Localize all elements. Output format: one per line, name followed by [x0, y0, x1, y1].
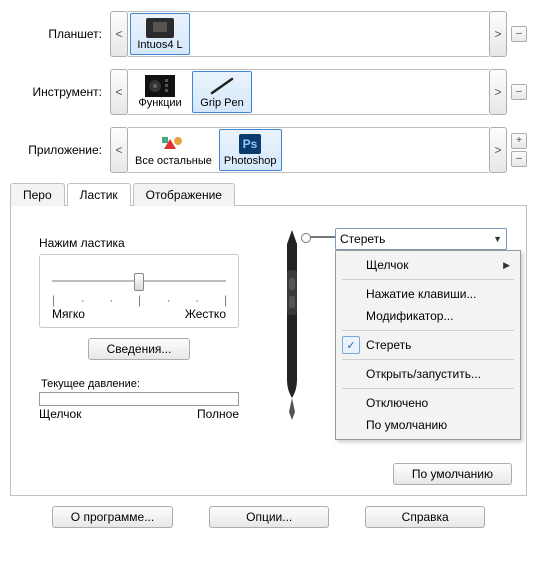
tool-remove-button[interactable]: –: [511, 84, 527, 100]
app-item-photoshop[interactable]: Ps Photoshop: [219, 129, 282, 171]
tablet-row: Планшет: < Intuos4 L > –: [10, 8, 527, 60]
combo-value: Стереть: [340, 232, 385, 246]
apps-icon: [158, 133, 188, 155]
submenu-arrow-icon: ▶: [503, 260, 510, 271]
soft-label: Мягко: [52, 307, 85, 321]
tablet-remove-button[interactable]: –: [511, 26, 527, 42]
default-button[interactable]: По умолчанию: [393, 463, 512, 485]
current-pressure-label: Текущее давление:: [41, 378, 239, 390]
menu-item-disabled[interactable]: Отключено: [336, 392, 520, 414]
app-label: Приложение:: [10, 143, 110, 157]
tool-strip: Функции Grip Pen: [128, 69, 489, 115]
app-item-label: Photoshop: [224, 156, 277, 167]
tool-item-grippen[interactable]: Grip Pen: [192, 71, 252, 113]
full-label: Полное: [197, 407, 239, 421]
menu-separator: [342, 279, 514, 280]
tablet-icon: [145, 17, 175, 39]
tool-item-label: Grip Pen: [200, 98, 243, 109]
check-icon: ✓: [342, 336, 360, 354]
photoshop-icon: Ps: [235, 133, 265, 155]
tab-pen[interactable]: Перо: [10, 183, 65, 206]
menu-item-click[interactable]: Щелчок ▶: [336, 254, 520, 276]
tool-item-label: Функции: [138, 98, 181, 109]
functions-icon: [145, 75, 175, 97]
tablet-scroll-left[interactable]: <: [110, 11, 128, 57]
app-row: Приложение: < Все остальные Ps Photoshop…: [10, 124, 527, 176]
app-item-label: Все остальные: [135, 156, 212, 167]
details-button[interactable]: Сведения...: [88, 338, 191, 360]
tool-item-functions[interactable]: Функции: [130, 71, 190, 113]
svg-text:Ps: Ps: [243, 137, 258, 151]
tablet-strip: Intuos4 L: [128, 11, 489, 57]
menu-label: Стереть: [366, 338, 411, 352]
menu-item-default[interactable]: По умолчанию: [336, 414, 520, 436]
tool-label: Инструмент:: [10, 85, 110, 99]
menu-item-erase[interactable]: ✓ Стереть: [336, 334, 520, 356]
app-scroll-right[interactable]: >: [489, 127, 507, 173]
help-button[interactable]: Справка: [365, 506, 485, 528]
slider-ticks: |··|··|: [52, 293, 226, 307]
pressure-title: Нажим ластика: [39, 236, 239, 250]
menu-item-keypress[interactable]: Нажатие клавиши...: [336, 283, 520, 305]
pen-graphic: [279, 230, 305, 420]
menu-label: Отключено: [366, 396, 428, 410]
menu-separator: [342, 359, 514, 360]
tool-scroll-left[interactable]: <: [110, 69, 128, 115]
pressure-slider[interactable]: [52, 271, 226, 291]
menu-label: Открыть/запустить...: [366, 367, 481, 381]
menu-separator: [342, 330, 514, 331]
pressure-bar: [39, 392, 239, 406]
pressure-fieldset: |··|··| Мягко Жестко: [39, 254, 239, 328]
tablet-scroll-right[interactable]: >: [489, 11, 507, 57]
app-remove-button[interactable]: –: [511, 151, 527, 167]
tab-display[interactable]: Отображение: [133, 183, 235, 206]
tab-eraser[interactable]: Ластик: [67, 183, 131, 206]
tool-scroll-right[interactable]: >: [489, 69, 507, 115]
menu-item-modifier[interactable]: Модификатор...: [336, 305, 520, 327]
tablet-label: Планшет:: [10, 27, 110, 41]
click-label: Щелчок: [39, 407, 81, 421]
pen-icon: [207, 75, 237, 97]
tablet-item-label: Intuos4 L: [137, 40, 182, 51]
action-menu: Щелчок ▶ Нажатие клавиши... Модификатор.…: [335, 250, 521, 440]
menu-label: Модификатор...: [366, 309, 453, 323]
options-button[interactable]: Опции...: [209, 506, 329, 528]
about-button[interactable]: О программе...: [52, 506, 173, 528]
tool-row: Инструмент: < Функции Grip Pen > –: [10, 66, 527, 118]
menu-label: Щелчок: [366, 258, 408, 272]
menu-item-open[interactable]: Открыть/запустить...: [336, 363, 520, 385]
eraser-action-combo[interactable]: Стереть ▼: [335, 228, 507, 250]
app-strip: Все остальные Ps Photoshop: [128, 127, 489, 173]
menu-separator: [342, 388, 514, 389]
menu-label: По умолчанию: [366, 418, 447, 432]
app-item-all[interactable]: Все остальные: [130, 129, 217, 171]
connector-line: [305, 236, 335, 238]
pressure-block: Нажим ластика |··|··| Мягко Жестко Сведе…: [39, 236, 239, 421]
chevron-down-icon: ▼: [493, 234, 502, 244]
eraser-panel: Нажим ластика |··|··| Мягко Жестко Сведе…: [10, 206, 527, 496]
app-add-button[interactable]: +: [511, 133, 527, 149]
tablet-item-intuos4[interactable]: Intuos4 L: [130, 13, 190, 55]
slider-thumb[interactable]: [134, 273, 144, 291]
menu-label: Нажатие клавиши...: [366, 287, 476, 301]
tab-bar: Перо Ластик Отображение: [10, 182, 527, 206]
app-scroll-left[interactable]: <: [110, 127, 128, 173]
footer-bar: О программе... Опции... Справка: [10, 506, 527, 528]
hard-label: Жестко: [185, 307, 226, 321]
